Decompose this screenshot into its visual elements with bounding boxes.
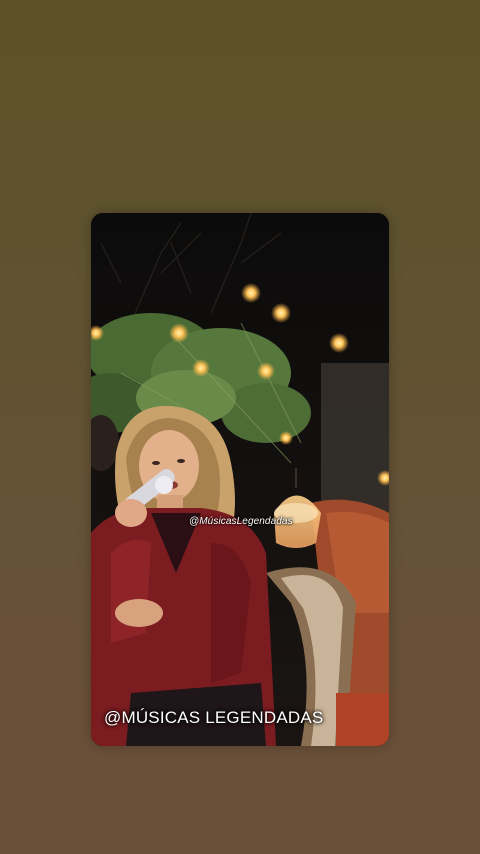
story-video-card[interactable]: @MúsicasLegendadas @MÚSICAS LEGENDADAS	[91, 213, 389, 746]
watermark-handle-small: @MúsicasLegendadas	[189, 516, 293, 527]
watermark-handle-large: @MÚSICAS LEGENDADAS	[104, 708, 324, 727]
video-frame	[91, 213, 389, 746]
